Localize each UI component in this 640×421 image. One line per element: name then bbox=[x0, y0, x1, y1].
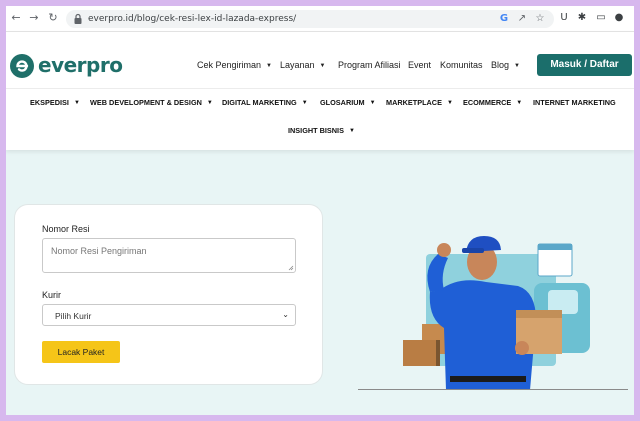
cat-internet-marketing-label: INTERNET MARKETING bbox=[533, 98, 616, 107]
nav-komunitas[interactable]: Komunitas bbox=[440, 60, 483, 70]
nav-program-afiliasi[interactable]: Program Afiliasi bbox=[338, 60, 401, 70]
nav-layanan-label: Layanan bbox=[280, 60, 315, 70]
package-box-bottom bbox=[403, 340, 439, 366]
cat-ecommerce-label: ECOMMERCE bbox=[463, 98, 512, 107]
cat-web-development-label: WEB DEVELOPMENT & DESIGN bbox=[90, 98, 202, 107]
back-icon[interactable]: ← bbox=[9, 11, 23, 25]
cat-ecommerce[interactable]: ECOMMERCE ▼ bbox=[463, 98, 522, 107]
caret-down-icon: ▼ bbox=[369, 100, 376, 106]
resi-label: Nomor Resi bbox=[42, 224, 90, 234]
caret-down-icon: ▼ bbox=[516, 100, 523, 106]
logo-wordmark: everpro bbox=[38, 53, 123, 77]
nav-program-afiliasi-label: Program Afiliasi bbox=[338, 60, 401, 70]
ground-line bbox=[358, 389, 628, 390]
courier-hand-box bbox=[515, 341, 529, 355]
courier-select[interactable]: Pilih Kurir ⌄ bbox=[42, 304, 296, 326]
google-icon[interactable]: G bbox=[498, 13, 510, 25]
caret-down-icon: ▼ bbox=[514, 63, 520, 69]
site-header: everpro Cek Pengiriman ▼ Layanan ▼ Program… bbox=[6, 32, 634, 150]
caret-down-icon: ▼ bbox=[301, 100, 308, 106]
cat-glosarium-label: GLOSARIUM bbox=[320, 98, 365, 107]
cat-digital-marketing-label: DIGITAL MARKETING bbox=[222, 98, 297, 107]
cap-brim bbox=[462, 248, 484, 253]
box-tape bbox=[436, 340, 440, 366]
caret-down-icon: ▼ bbox=[266, 63, 272, 69]
star-icon[interactable]: ☆ bbox=[534, 13, 546, 25]
u-extension-icon[interactable]: U bbox=[558, 12, 570, 24]
track-package-button[interactable]: Lacak Paket bbox=[42, 341, 120, 363]
carried-package-top bbox=[516, 310, 562, 318]
courier-hand bbox=[437, 243, 451, 257]
nav-cek-pengiriman-label: Cek Pengiriman bbox=[197, 60, 262, 70]
cat-internet-marketing[interactable]: INTERNET MARKETING bbox=[533, 98, 616, 107]
puzzle-icon[interactable]: ✱ bbox=[576, 12, 588, 24]
cat-insight-bisnis-label: INSIGHT BISNIS bbox=[288, 126, 344, 135]
resize-handle-icon[interactable] bbox=[288, 265, 294, 271]
login-register-button[interactable]: Masuk / Daftar bbox=[537, 54, 632, 76]
nav-blog-label: Blog bbox=[491, 60, 510, 70]
resi-input[interactable]: Nomor Resi Pengiriman bbox=[42, 238, 296, 273]
caret-down-icon: ▼ bbox=[348, 128, 355, 134]
nav-event-label: Event bbox=[408, 60, 432, 70]
nav-layanan[interactable]: Layanan ▼ bbox=[280, 60, 326, 70]
courier-label: Kurir bbox=[42, 290, 62, 300]
caret-down-icon: ▼ bbox=[206, 100, 213, 106]
nav-komunitas-label: Komunitas bbox=[440, 60, 483, 70]
courier-illustration bbox=[403, 236, 590, 390]
cat-digital-marketing[interactable]: DIGITAL MARKETING ▼ bbox=[222, 98, 308, 107]
cat-glosarium[interactable]: GLOSARIUM ▼ bbox=[320, 98, 376, 107]
tracking-form-card: Nomor Resi Nomor Resi Pengiriman Kurir P… bbox=[14, 204, 323, 385]
reload-icon[interactable]: ↻ bbox=[46, 11, 60, 25]
profile-icon[interactable]: ● bbox=[613, 12, 625, 24]
cat-web-development[interactable]: WEB DEVELOPMENT & DESIGN ▼ bbox=[90, 98, 213, 107]
cat-ekspedisi[interactable]: EKSPEDISI ▼ bbox=[30, 98, 80, 107]
nav-cek-pengiriman[interactable]: Cek Pengiriman ▼ bbox=[197, 60, 272, 70]
courier-selected-value: Pilih Kurir bbox=[55, 311, 92, 321]
resi-placeholder: Nomor Resi Pengiriman bbox=[51, 246, 147, 256]
lock-icon[interactable] bbox=[73, 13, 83, 25]
nav-event[interactable]: Event bbox=[408, 60, 431, 70]
courier-belt bbox=[450, 376, 526, 382]
share-icon[interactable]: ↗ bbox=[516, 13, 528, 25]
caret-down-icon: ▼ bbox=[73, 100, 80, 106]
calendar-header bbox=[538, 244, 572, 250]
caret-down-icon: ▼ bbox=[446, 100, 453, 106]
browser-toolbar: ← → ↻ everpro.id/blog/cek-resi-lex-id-la… bbox=[6, 6, 634, 32]
nav-blog[interactable]: Blog ▼ bbox=[491, 60, 520, 70]
cat-marketplace-label: MARKETPLACE bbox=[386, 98, 442, 107]
cat-ekspedisi-label: EKSPEDISI bbox=[30, 98, 69, 107]
logo-mark-icon bbox=[10, 54, 34, 78]
url-text[interactable]: everpro.id/blog/cek-resi-lex-id-lazada-e… bbox=[88, 13, 296, 25]
side-panel-icon[interactable]: ▭ bbox=[595, 12, 607, 24]
browser-window: ← → ↻ everpro.id/blog/cek-resi-lex-id-la… bbox=[6, 6, 634, 415]
caret-down-icon: ▼ bbox=[319, 63, 326, 69]
chevron-down-icon: ⌄ bbox=[282, 310, 289, 319]
forward-icon[interactable]: → bbox=[27, 11, 41, 25]
cat-insight-bisnis[interactable]: INSIGHT BISNIS ▼ bbox=[288, 126, 355, 135]
address-bar[interactable]: everpro.id/blog/cek-resi-lex-id-lazada-e… bbox=[66, 10, 554, 28]
header-divider bbox=[6, 88, 634, 89]
cat-marketplace[interactable]: MARKETPLACE ▼ bbox=[386, 98, 453, 107]
